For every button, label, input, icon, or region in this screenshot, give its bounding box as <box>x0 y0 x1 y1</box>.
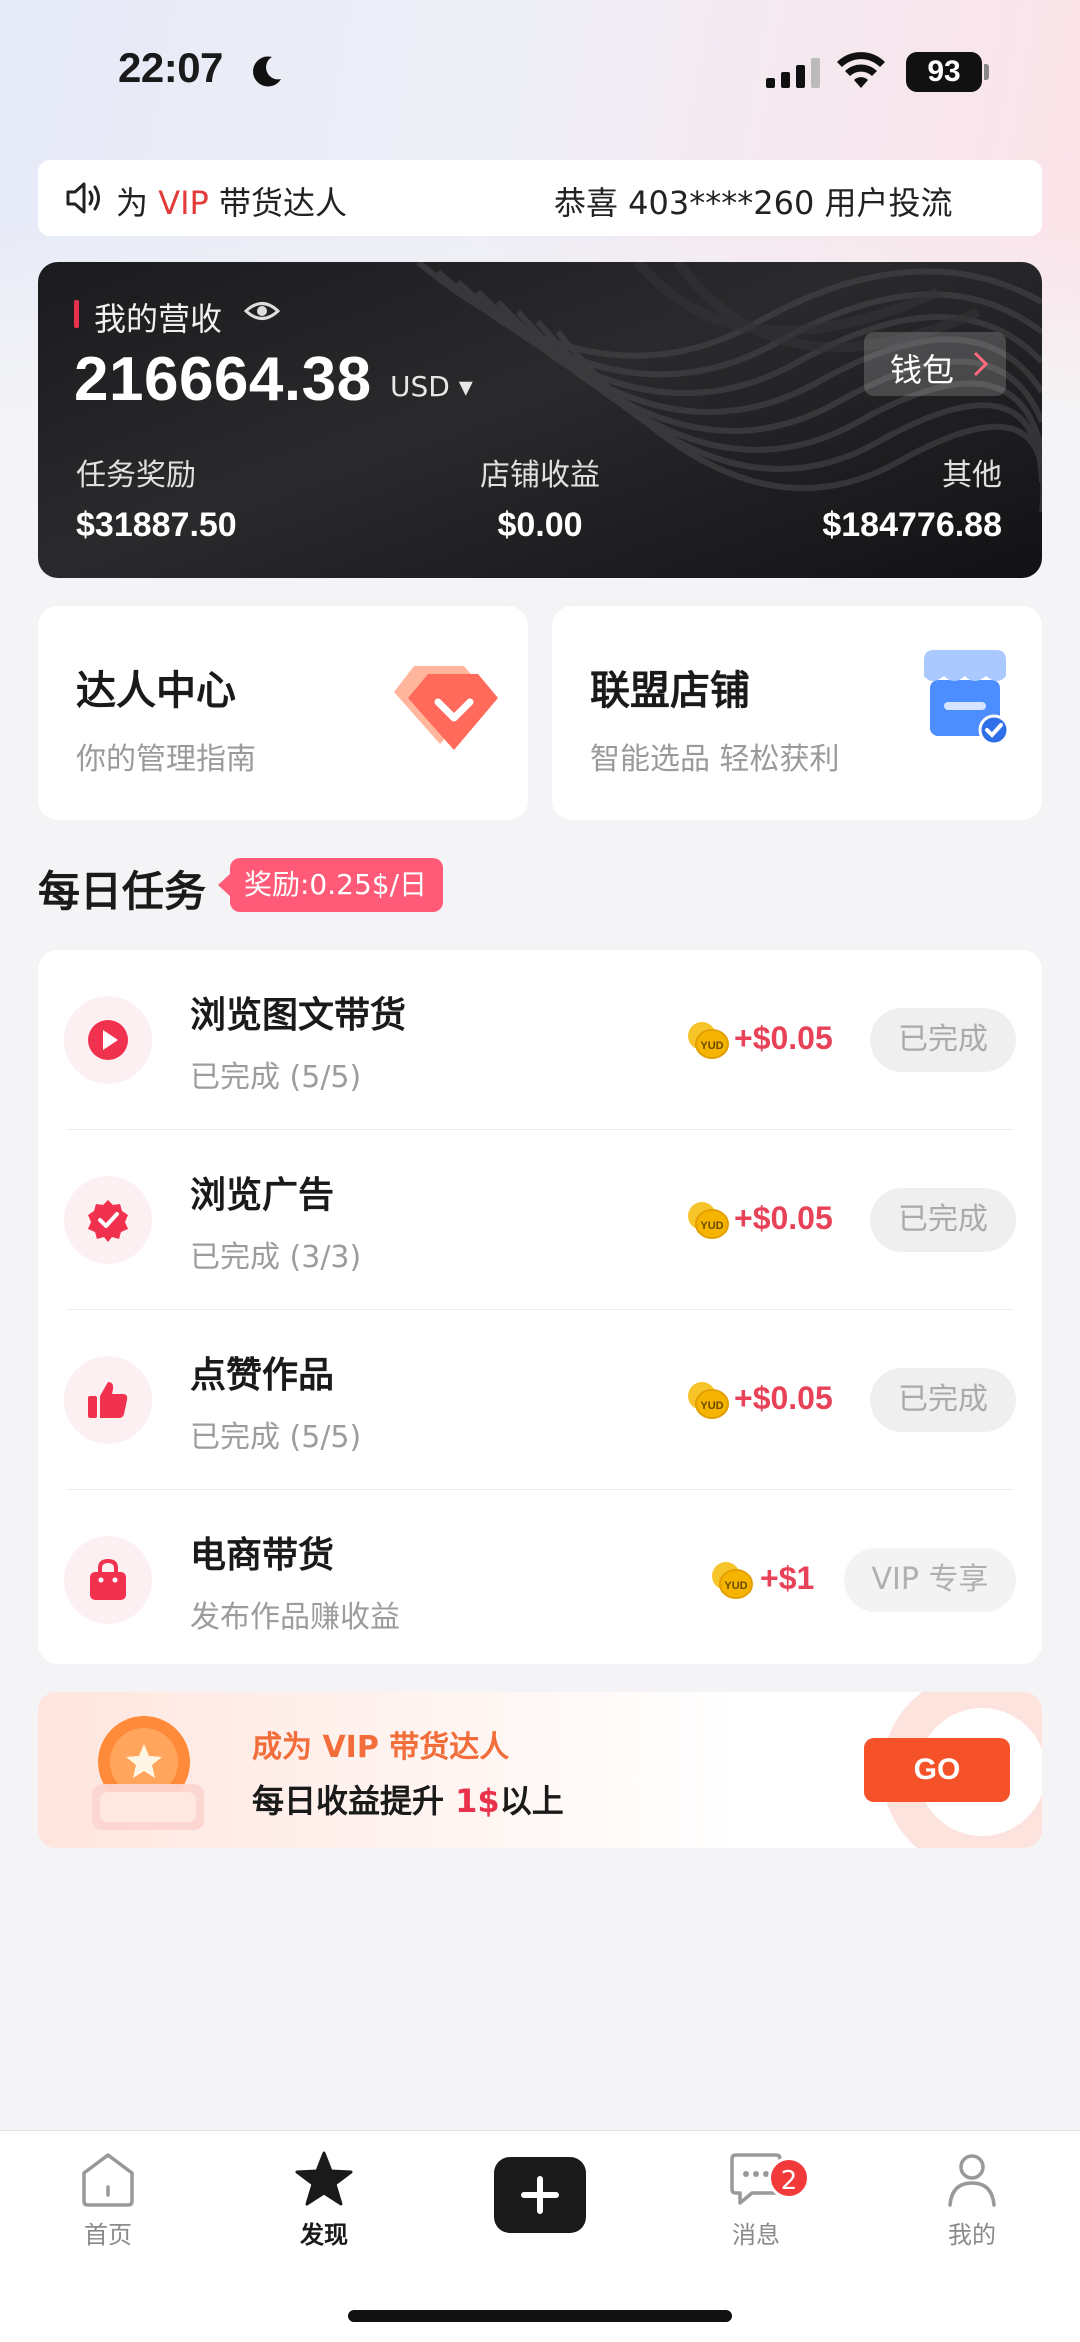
tab-label: 首页 <box>84 2221 132 2249</box>
notice-message: 恭喜 403****260 用户投流 <box>554 184 953 222</box>
wallet-label: 钱包 <box>890 351 955 389</box>
alliance-shop-card[interactable]: 联盟店铺 智能选品 轻松获利 <box>552 606 1042 820</box>
task-status: 已完成 (3/3) <box>190 1240 362 1275</box>
tab-messages[interactable]: 消息 2 <box>686 2151 826 2250</box>
battery-indicator: 93 <box>906 52 982 92</box>
task-name: 点赞作品 <box>190 1355 335 1396</box>
creator-center-card[interactable]: 达人中心 你的管理指南 <box>38 606 528 820</box>
stat-value: $0.00 <box>497 506 583 544</box>
stat-shop-income: 店铺收益 $0.00 <box>478 450 602 545</box>
task-row-browse-posts: 浏览图文带货 已完成 (5/5) YUD +$0.05 已完成 <box>38 950 1042 1130</box>
stat-task-reward: 任务奖励 $31887.50 <box>76 450 237 545</box>
feature-subtitle: 你的管理指南 <box>76 742 256 777</box>
wallet-button[interactable]: 钱包 <box>864 332 1006 396</box>
tab-profile[interactable]: 我的 <box>902 2151 1042 2250</box>
coin-icon: YUD <box>688 1382 729 1419</box>
coin-icon: YUD <box>712 1562 753 1599</box>
diamond-icon <box>394 666 498 750</box>
task-row-ecommerce: 电商带货 发布作品赚收益 YUD +$1 VIP 专享 <box>38 1490 1042 1670</box>
notice-suffix: 带货达人 <box>208 184 347 222</box>
daily-tasks-title: 每日任务 <box>38 867 207 916</box>
notice-vip: VIP <box>158 184 209 222</box>
wifi-icon <box>837 52 885 88</box>
verified-badge-icon <box>64 1176 152 1264</box>
vip-subline-highlight: 1$ <box>455 1782 500 1820</box>
vip-coin-wallet-icon <box>92 1716 204 1830</box>
stat-label: 其他 <box>942 458 1002 493</box>
task-list: 浏览图文带货 已完成 (5/5) YUD +$0.05 已完成 浏览广告 已完成… <box>38 950 1042 1664</box>
home-indicator <box>348 2310 732 2322</box>
task-completed-button[interactable]: 已完成 <box>870 1368 1016 1432</box>
stat-label: 任务奖励 <box>76 458 196 493</box>
tab-discover[interactable]: 发现 <box>254 2151 394 2250</box>
vip-exclusive-button[interactable]: VIP 专享 <box>844 1548 1016 1612</box>
svg-text:YUD: YUD <box>700 1040 723 1052</box>
task-status: 已完成 (5/5) <box>190 1420 362 1455</box>
task-name: 电商带货 <box>190 1535 335 1576</box>
notice-prefix: 为 <box>116 184 159 222</box>
tab-label: 消息 <box>732 2221 780 2249</box>
home-icon <box>82 2153 134 2207</box>
svg-text:YUD: YUD <box>724 1580 747 1592</box>
battery-tip <box>984 64 989 80</box>
moon-icon <box>253 56 281 87</box>
stat-label: 店铺收益 <box>480 458 600 493</box>
unread-badge: 2 <box>768 2157 810 2199</box>
task-reward: +$1 <box>760 1560 815 1596</box>
notice-text: 为 VIP 带货达人 <box>116 178 347 224</box>
star-icon <box>295 2151 353 2206</box>
speaker-icon <box>66 182 100 214</box>
vip-promo-banner[interactable]: 成为 VIP 带货达人 每日收益提升 1$以上 GO <box>38 1692 1042 1848</box>
tab-home[interactable]: 首页 <box>38 2151 178 2250</box>
store-icon <box>924 650 1010 746</box>
tab-label: 发现 <box>300 2221 348 2249</box>
stat-value: $31887.50 <box>76 506 237 544</box>
svg-text:YUD: YUD <box>700 1220 723 1232</box>
shopping-bag-icon <box>64 1536 152 1624</box>
vip-subline-pre: 每日收益提升 <box>252 1782 456 1820</box>
plus-icon <box>521 2176 559 2214</box>
create-post-button[interactable] <box>494 2157 586 2233</box>
user-icon <box>948 2154 996 2207</box>
svg-text:YUD: YUD <box>700 1400 723 1412</box>
feature-title: 联盟店铺 <box>590 668 750 714</box>
feature-title: 达人中心 <box>76 668 236 714</box>
coin-icon: YUD <box>688 1202 729 1239</box>
task-completed-button[interactable]: 已完成 <box>870 1008 1016 1072</box>
task-status: 发布作品赚收益 <box>190 1600 400 1635</box>
eye-icon[interactable] <box>244 296 280 326</box>
tab-label: 我的 <box>948 2221 996 2249</box>
cellular-signal-icon <box>766 58 820 88</box>
earnings-amount: 216664.38 <box>74 345 372 414</box>
feature-subtitle: 智能选品 轻松获利 <box>590 742 840 777</box>
earnings-title: 我的营收 <box>94 300 223 338</box>
daily-reward-tag: 奖励:0.25$/日 <box>217 858 444 912</box>
task-reward: +$0.05 <box>734 1380 833 1416</box>
task-name: 浏览广告 <box>190 1175 335 1216</box>
status-bar: 22:07 93 <box>0 0 1080 150</box>
task-name: 浏览图文带货 <box>190 995 407 1036</box>
earnings-card: 我的营收 216664.38 USD ▾ 钱包 任务奖励 $31887.50 店… <box>38 262 1042 578</box>
vip-subline-post: 以上 <box>499 1782 564 1820</box>
thumbs-up-icon <box>64 1356 152 1444</box>
task-row-browse-ads: 浏览广告 已完成 (3/3) YUD +$0.05 已完成 <box>38 1130 1042 1310</box>
stat-value: $184776.88 <box>822 506 1002 544</box>
task-row-like-works: 点赞作品 已完成 (5/5) YUD +$0.05 已完成 <box>38 1310 1042 1490</box>
stat-other: 其他 $184776.88 <box>822 450 1002 545</box>
coin-icon: YUD <box>688 1022 729 1059</box>
go-button[interactable]: GO <box>864 1738 1010 1802</box>
currency-selector[interactable]: USD ▾ <box>390 370 473 403</box>
task-completed-button[interactable]: 已完成 <box>870 1188 1016 1252</box>
announcement-bar[interactable]: 为 VIP 带货达人 恭喜 403****260 用户投流 <box>38 160 1042 236</box>
task-reward: +$0.05 <box>734 1200 833 1236</box>
play-icon <box>64 996 152 1084</box>
vip-banner-subline: 每日收益提升 1$以上 <box>252 1776 564 1822</box>
chevron-right-icon <box>973 351 989 377</box>
status-time: 22:07 <box>118 44 223 91</box>
title-accent-bar <box>74 300 79 328</box>
vip-banner-headline: 成为 VIP 带货达人 <box>252 1730 510 1765</box>
task-reward: +$0.05 <box>734 1020 833 1056</box>
task-status: 已完成 (5/5) <box>190 1060 362 1095</box>
